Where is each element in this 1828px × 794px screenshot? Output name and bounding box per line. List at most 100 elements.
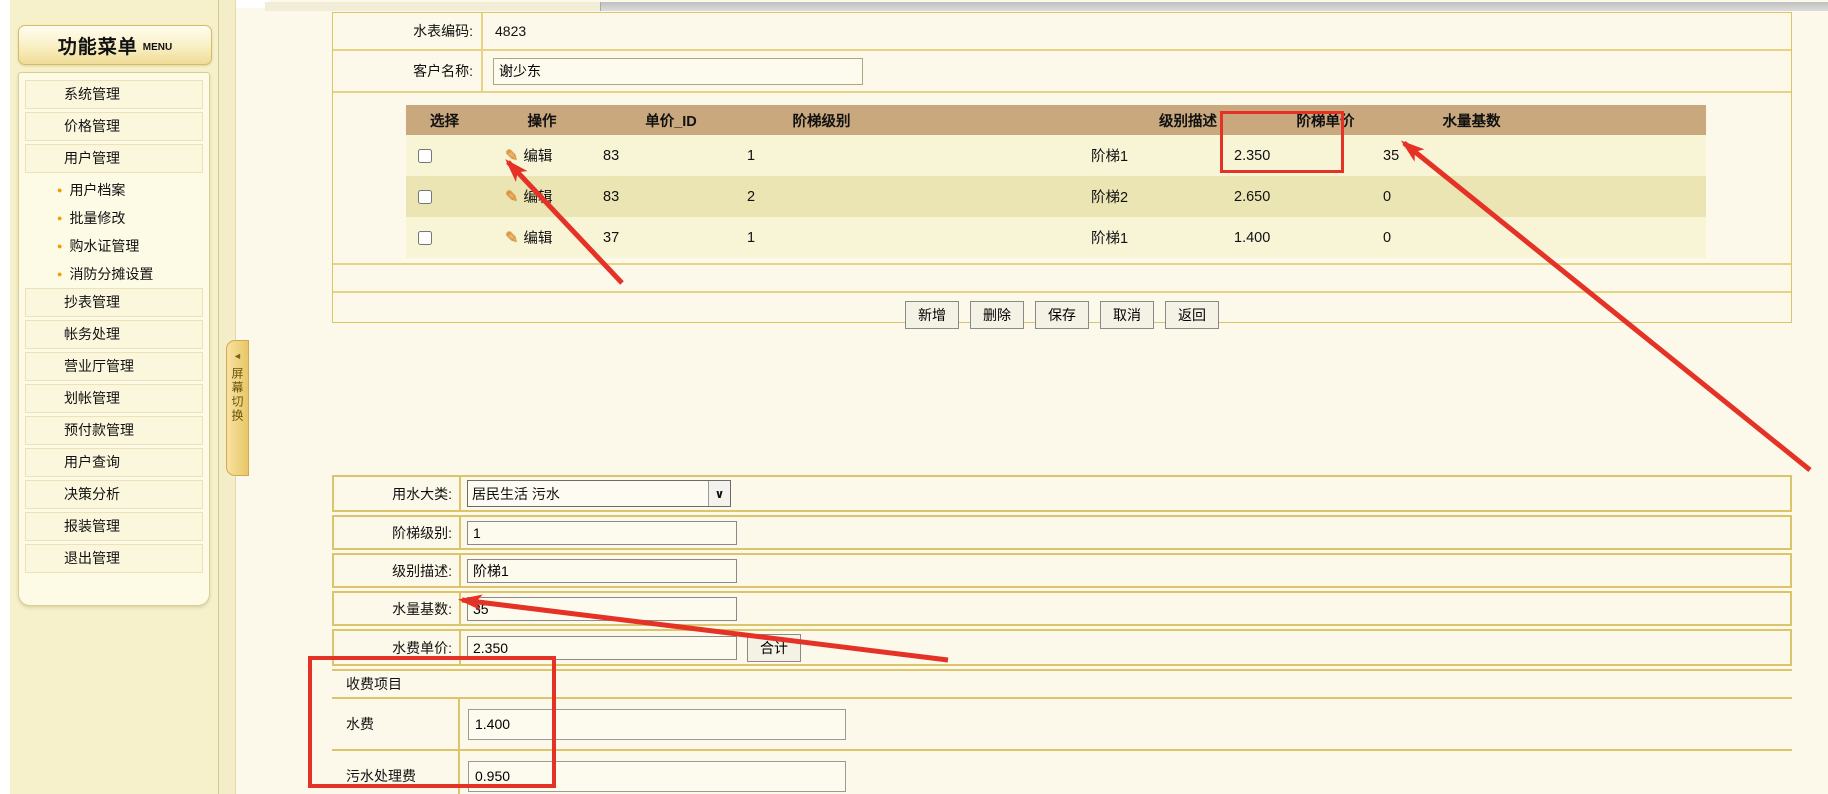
col-header-tier-price: 阶梯单价 — [1226, 105, 1376, 135]
sewage-fee-input[interactable] — [468, 761, 846, 792]
sidebar-subitem-label: 消防分摊设置 — [69, 260, 153, 288]
sidebar-subitem-user-archive[interactable]: ●用户档案 — [25, 176, 203, 204]
cell-base-volume: 0 — [1376, 176, 1706, 217]
sidebar-item-system-mgmt[interactable]: 系统管理 — [25, 80, 203, 109]
meter-code-row: 水表编码: 4823 — [333, 13, 1791, 51]
action-button-row: 新增 删除 保存 取消 返回 — [333, 293, 1791, 337]
base-volume-input[interactable] — [467, 597, 737, 621]
col-header-tier-level: 阶梯级别 — [741, 105, 1001, 135]
col-header-price-id: 单价_ID — [601, 105, 741, 135]
water-fee-input[interactable] — [468, 709, 846, 740]
sidebar-item-transfer-mgmt[interactable]: 划帐管理 — [25, 384, 203, 413]
cell-tier-level: 2 — [741, 176, 1001, 217]
sidebar-item-business-hall[interactable]: 营业厅管理 — [25, 352, 203, 381]
fee-row-sewage: 污水处理费 — [332, 749, 1792, 794]
spacer-row — [333, 265, 1791, 293]
price-table: 选择 操作 单价_ID 阶梯级别 级别描述 阶梯单价 水量基数 ✎ 编辑 83 — [406, 105, 1706, 258]
col-header-select: 选择 — [406, 105, 483, 135]
price-list-panel: 水表编码: 4823 客户名称: 选择 操作 单价_ID 阶梯级别 级别描述 阶… — [332, 12, 1792, 323]
tier-level-row: 阶梯级别: — [332, 515, 1792, 550]
sidebar-item-exit[interactable]: 退出管理 — [25, 544, 203, 573]
col-header-tier-desc: 级别描述 — [1001, 105, 1226, 135]
sidebar-item-decision-analysis[interactable]: 决策分析 — [25, 480, 203, 509]
cancel-button[interactable]: 取消 — [1100, 301, 1154, 329]
bullet-icon: ● — [57, 260, 62, 288]
tier-desc-input[interactable] — [467, 559, 737, 583]
sidebar-item-prepay-mgmt[interactable]: 预付款管理 — [25, 416, 203, 445]
price-table-header-row: 选择 操作 单价_ID 阶梯级别 级别描述 阶梯单价 水量基数 — [406, 105, 1706, 135]
unit-price-row: 水费单价: 合计 — [332, 629, 1792, 666]
tier-level-input[interactable] — [467, 521, 737, 545]
tier-desc-row: 级别描述: — [332, 553, 1792, 588]
water-category-label: 用水大类: — [334, 477, 461, 510]
edit-pencil-icon: ✎ — [505, 189, 518, 206]
sidebar-item-install-mgmt[interactable]: 报装管理 — [25, 512, 203, 541]
water-category-select[interactable]: 居民生活 污水 ∨ — [467, 480, 731, 507]
edit-label: 编辑 — [523, 231, 552, 247]
edit-link[interactable]: ✎编辑 — [505, 149, 552, 165]
sidebar-subitem-water-cert[interactable]: ●购水证管理 — [25, 232, 203, 260]
edit-pencil-icon: ✎ — [505, 148, 518, 165]
row-checkbox[interactable] — [418, 231, 432, 245]
col-header-base-volume: 水量基数 — [1376, 105, 1706, 135]
tier-desc-label: 级别描述: — [334, 555, 461, 586]
edit-pencil-icon: ✎ — [505, 230, 518, 247]
table-row: ✎编辑 83 1 阶梯1 2.350 35 — [406, 135, 1706, 176]
sidebar: 功能菜单 MENU 系统管理 价格管理 用户管理 ●用户档案 ●批量修改 ●购水… — [10, 0, 218, 794]
cell-tier-desc: 阶梯1 — [1001, 135, 1226, 176]
table-row: ✎编辑 83 2 阶梯2 2.650 0 — [406, 176, 1706, 217]
cell-tier-desc: 阶梯1 — [1001, 217, 1226, 258]
tier-level-label: 阶梯级别: — [334, 517, 461, 548]
edit-link[interactable]: ✎ 编辑 — [505, 190, 552, 206]
sidebar-subitem-fire-share[interactable]: ●消防分摊设置 — [25, 260, 203, 288]
delete-button[interactable]: 删除 — [970, 301, 1024, 329]
table-row: ✎编辑 37 1 阶梯1 1.400 0 — [406, 217, 1706, 258]
screen-switch-tab[interactable]: ◄ 屏幕切换 — [226, 340, 249, 476]
cell-base-volume: 35 — [1376, 135, 1706, 176]
cell-tier-level: 1 — [741, 217, 1001, 258]
sidebar-subitem-label: 用户档案 — [69, 176, 125, 204]
sidebar-item-user-query[interactable]: 用户查询 — [25, 448, 203, 477]
base-volume-row: 水量基数: — [332, 591, 1792, 626]
edit-link[interactable]: ✎ 编辑 — [505, 231, 552, 247]
scrollbar-thumb[interactable] — [265, 2, 601, 11]
sidebar-title-suffix: MENU — [143, 42, 172, 53]
fee-row-water: 水费 — [332, 697, 1792, 749]
edit-label: 编辑 — [523, 190, 552, 206]
bullet-icon: ● — [57, 204, 62, 232]
cell-tier-price: 1.400 — [1226, 217, 1376, 258]
screen-switch-label: 屏幕切换 — [229, 367, 246, 423]
left-margin — [0, 0, 10, 794]
sewage-fee-label: 污水处理费 — [332, 751, 460, 794]
water-category-row: 用水大类: 居民生活 污水 ∨ — [332, 475, 1792, 512]
chevron-down-icon[interactable]: ∨ — [708, 481, 730, 506]
sidebar-item-accounting[interactable]: 帐务处理 — [25, 320, 203, 349]
sidebar-subitem-batch-edit[interactable]: ●批量修改 — [25, 204, 203, 232]
sidebar-item-price-mgmt[interactable]: 价格管理 — [25, 112, 203, 141]
sidebar-subitem-label: 购水证管理 — [69, 232, 139, 260]
customer-name-row: 客户名称: — [333, 51, 1791, 93]
cell-tier-level: 1 — [741, 135, 1001, 176]
sidebar-item-meter-reading[interactable]: 抄表管理 — [25, 288, 203, 317]
app-window: 功能菜单 MENU 系统管理 价格管理 用户管理 ●用户档案 ●批量修改 ●购水… — [0, 0, 1828, 794]
unit-price-label: 水费单价: — [334, 631, 461, 664]
back-button[interactable]: 返回 — [1165, 301, 1219, 329]
save-button[interactable]: 保存 — [1035, 301, 1089, 329]
customer-name-label: 客户名称: — [333, 51, 483, 91]
unit-price-input[interactable] — [467, 636, 737, 660]
total-button[interactable]: 合计 — [747, 634, 801, 662]
cell-price-id: 83 — [601, 135, 741, 176]
sidebar-menu-header: 功能菜单 MENU — [18, 25, 212, 65]
price-table-wrap: 选择 操作 单价_ID 阶梯级别 级别描述 阶梯单价 水量基数 ✎ 编辑 83 — [406, 105, 1791, 258]
horizontal-scrollbar[interactable] — [265, 2, 1828, 11]
water-category-value: 居民生活 污水 — [468, 484, 708, 504]
sidebar-item-user-mgmt[interactable]: 用户管理 — [25, 144, 203, 173]
row-checkbox[interactable] — [418, 149, 432, 163]
row-checkbox[interactable] — [418, 190, 432, 204]
customer-name-input[interactable] — [493, 58, 863, 85]
sidebar-subitem-label: 批量修改 — [69, 204, 125, 232]
add-button[interactable]: 新增 — [905, 301, 959, 329]
cell-base-volume: 0 — [1376, 217, 1706, 258]
meter-code-value: 4823 — [483, 23, 526, 39]
fee-section-title: 收费项目 — [332, 669, 1792, 697]
